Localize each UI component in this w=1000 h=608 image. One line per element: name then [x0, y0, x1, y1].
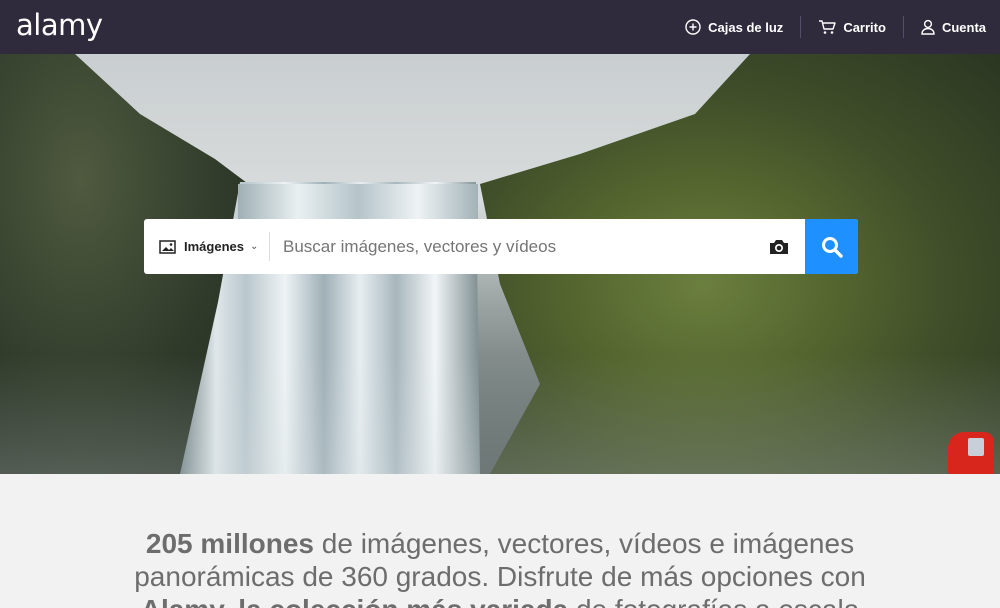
search-input[interactable] — [270, 219, 753, 274]
search-bar: Imágenes ⌄ — [144, 219, 858, 274]
top-header: alamy Cajas de luz Carrito Cuenta — [0, 0, 1000, 54]
nav-cart-label: Carrito — [843, 19, 886, 35]
intro-line2: panorámicas de 360 grados. Disfrute de m… — [134, 561, 866, 592]
search-submit-button[interactable] — [805, 219, 858, 274]
nav-account-link[interactable]: Cuenta — [921, 19, 986, 35]
cart-icon — [819, 20, 837, 34]
search-icon — [821, 236, 843, 258]
image-icon — [159, 239, 176, 254]
hero-mist — [0, 354, 1000, 474]
intro-section: 205 millones de imágenes, vectores, víde… — [0, 474, 1000, 608]
camera-icon — [770, 239, 788, 254]
visual-search-button[interactable] — [753, 219, 805, 274]
nav-cart-link[interactable]: Carrito — [818, 19, 886, 35]
chevron-down-icon: ⌄ — [249, 241, 259, 252]
nav-divider — [902, 16, 904, 38]
search-divider — [269, 232, 270, 261]
hero-hiker-pack — [968, 438, 984, 456]
intro-line3: de fotografías a escala — [568, 594, 859, 608]
header-nav: Cajas de luz Carrito Cuenta — [685, 0, 986, 54]
nav-divider — [800, 16, 802, 38]
search-type-label: Imágenes — [184, 239, 244, 254]
search-type-dropdown[interactable]: Imágenes ⌄ — [144, 219, 270, 274]
hero-waterfall-crest — [238, 184, 478, 220]
intro-count: 205 millones — [145, 528, 314, 559]
intro-brand: Alamy, la colección más variada — [141, 594, 568, 608]
nav-lightboxes-label: Cajas de luz — [708, 19, 784, 35]
intro-headline: 205 millones de imágenes, vectores, víde… — [80, 527, 920, 608]
alamy-logo[interactable]: alamy — [16, 8, 103, 42]
intro-line1: de imágenes, vectores, vídeos e imágenes — [314, 528, 855, 559]
nav-lightboxes-link[interactable]: Cajas de luz — [685, 19, 783, 35]
plus-circle-icon — [685, 19, 701, 35]
user-icon — [921, 19, 935, 35]
nav-account-label: Cuenta — [941, 19, 986, 35]
